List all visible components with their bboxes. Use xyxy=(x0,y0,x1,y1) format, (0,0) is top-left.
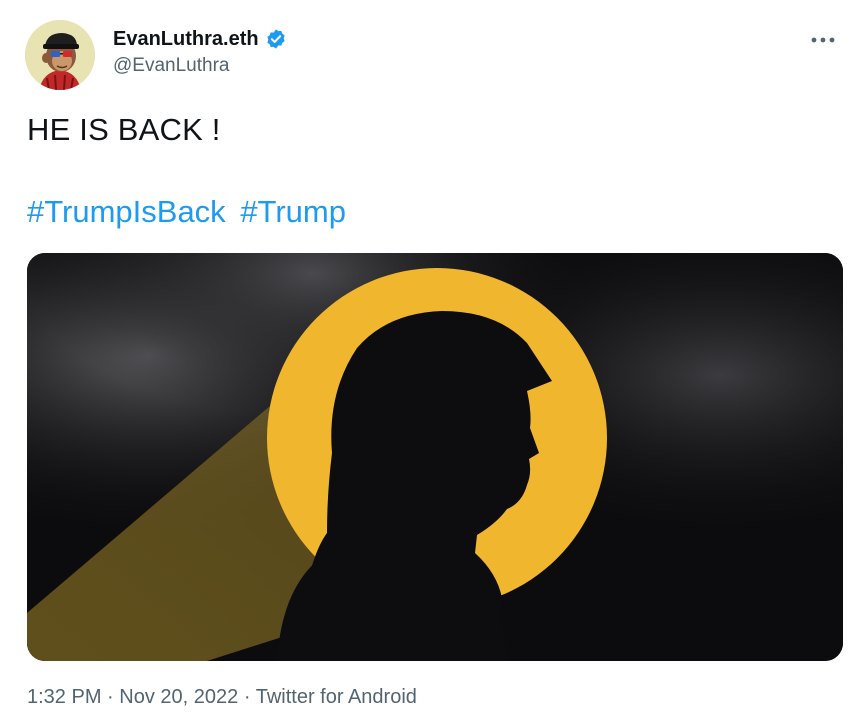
tweet-card: EvanLuthra.eth @EvanLuthra HE IS BACK ! … xyxy=(0,0,865,723)
hashtags: #TrumpIsBack #Trump xyxy=(27,194,352,230)
author-block: EvanLuthra.eth @EvanLuthra xyxy=(113,26,287,77)
author-handle[interactable]: @EvanLuthra xyxy=(113,55,287,77)
display-name[interactable]: EvanLuthra.eth xyxy=(113,28,259,51)
avatar[interactable] xyxy=(25,20,95,90)
meta-separator: · xyxy=(243,686,251,708)
tweet-meta: 1:32 PM · Nov 20, 2022 · Twitter for And… xyxy=(27,686,417,709)
tweet-source[interactable]: Twitter for Android xyxy=(256,686,417,708)
tweet-text: HE IS BACK ! xyxy=(27,112,221,147)
verified-badge-icon xyxy=(265,28,287,50)
hashtag-trumpisback[interactable]: #TrumpIsBack xyxy=(27,194,226,229)
hashtag-trump[interactable]: #Trump xyxy=(240,194,346,229)
tweet-time[interactable]: 1:32 PM xyxy=(27,686,101,708)
more-options-button[interactable] xyxy=(806,28,840,52)
silhouette-image xyxy=(27,253,843,661)
more-horizontal-icon xyxy=(811,37,835,43)
tweet-header: EvanLuthra.eth @EvanLuthra xyxy=(25,20,840,92)
tweet-media-image[interactable] xyxy=(27,253,843,661)
display-name-row: EvanLuthra.eth xyxy=(113,26,287,52)
tweet-date[interactable]: Nov 20, 2022 xyxy=(119,686,238,708)
ape-avatar-image xyxy=(25,20,95,90)
meta-separator: · xyxy=(107,686,114,708)
